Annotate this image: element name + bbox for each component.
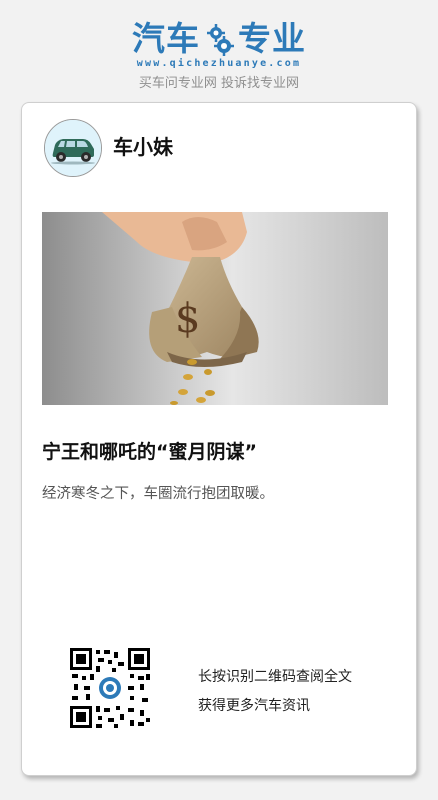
qr-text-line2: 获得更多汽车资讯 — [198, 698, 310, 714]
money-bag-icon: $ — [42, 212, 388, 405]
hero-image: $ — [42, 212, 388, 405]
car-icon — [45, 120, 101, 176]
avatar[interactable] — [44, 119, 102, 177]
article-card[interactable]: 车小妹 $ 宁王和哪吒的“蜜月阴谋” 经济寒冬之下，车圈流行抱团取暖。 长按识别… — [21, 102, 417, 776]
logo-text-right: 专业 — [238, 19, 306, 58]
qr-code-icon — [70, 648, 150, 728]
site-domain: www.qichezhuanye.com — [136, 58, 302, 69]
qr-text-line1: 长按识别二维码查阅全文 — [198, 669, 352, 685]
site-header: 汽车 专业 www.qichezhuanye.com 买车问专业网 投诉找专业网 — [0, 0, 438, 100]
site-slogan: 买车问专业网 投诉找专业网 — [138, 76, 300, 91]
gear-icon — [207, 24, 234, 56]
qr-code[interactable] — [70, 648, 150, 728]
author-name[interactable]: 车小妹 — [113, 133, 173, 161]
article-summary: 经济寒冬之下，车圈流行抱团取暖。 — [42, 486, 274, 502]
logo-text-left: 汽车 — [132, 19, 200, 58]
qr-instructions: 长按识别二维码查阅全文 获得更多汽车资讯 — [198, 663, 352, 721]
svg-text:$: $ — [175, 296, 200, 342]
article-title[interactable]: 宁王和哪吒的“蜜月阴谋” — [42, 439, 392, 465]
site-logo[interactable]: 汽车 专业 — [0, 20, 438, 58]
